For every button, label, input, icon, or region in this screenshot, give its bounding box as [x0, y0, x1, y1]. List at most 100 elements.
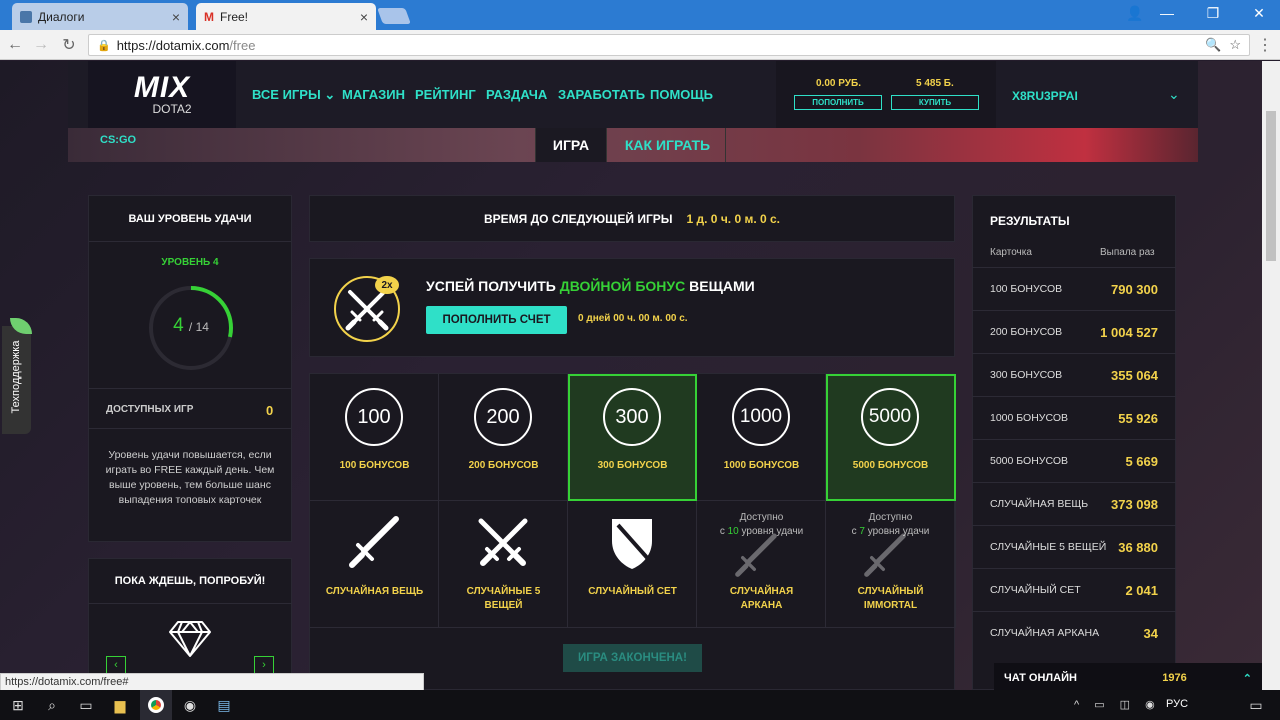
card-label-2: АРКАНА	[740, 600, 783, 611]
menu-rating[interactable]: РЕЙТИНГ	[415, 87, 476, 102]
back-icon[interactable]: ←	[4, 34, 26, 56]
available-games-label: ДОСТУПНЫХ ИГР	[106, 404, 194, 415]
menu-help[interactable]: ПОМОЩЬ	[650, 87, 713, 102]
minimize-button[interactable]: —	[1144, 0, 1190, 26]
luck-description: Уровень удачи повышается, если играть во…	[105, 449, 275, 506]
card-300[interactable]: 300 300 БОНУСОВ	[568, 374, 697, 501]
results-row: СЛУЧАЙНЫЕ 5 ВЕЩЕЙ 36 880	[972, 525, 1176, 568]
bonus-countdown: 0 дней 00 ч. 00 м. 00 с.	[578, 313, 688, 324]
results-row: СЛУЧАЙНАЯ ВЕЩЬ 373 098	[972, 482, 1176, 525]
results-row-value: 790 300	[1111, 281, 1158, 297]
luck-title: ВАШ УРОВЕНЬ УДАЧИ	[89, 196, 291, 242]
prev-arrow-button[interactable]: ‹	[106, 656, 126, 674]
results-row-name: 100 БОНУСОВ	[990, 283, 1063, 295]
browser-tab-free[interactable]: M Free! ×	[196, 3, 376, 30]
results-row: 5000 БОНУСОВ 5 669	[972, 439, 1176, 482]
forward-icon[interactable]: →	[30, 34, 52, 56]
search-icon[interactable]: ⌕	[36, 690, 68, 720]
close-window-button[interactable]: ✕	[1236, 0, 1280, 26]
task-view-icon[interactable]: ▭	[70, 690, 102, 720]
menu-kebab-icon[interactable]: ⋮	[1254, 34, 1276, 56]
results-row-value: 1 004 527	[1100, 324, 1158, 340]
crossed-swords-icon	[478, 518, 528, 566]
restore-button[interactable]: ❐	[1190, 0, 1236, 26]
card-random-5-items[interactable]: СЛУЧАЙНЫЕ 5 ВЕЩЕЙ	[439, 501, 568, 628]
zoom-icon[interactable]: 🔍	[1205, 37, 1221, 53]
card-random-arcana[interactable]: Доступно с 10 уровня удачи СЛУЧАЙНАЯ АРКА…	[697, 501, 826, 628]
card-5000[interactable]: 5000 5000 БОНУСОВ	[826, 374, 956, 501]
notifications-icon[interactable]: ▭	[1240, 690, 1272, 720]
browser-tab-dialogs[interactable]: Диалоги ×	[12, 3, 188, 30]
url-host: https://dotamix.com	[116, 37, 230, 53]
menu-all-games[interactable]: ВСЕ ИГРЫ ⌄	[252, 87, 335, 103]
chrome-icon[interactable]	[140, 690, 172, 720]
card-random-set[interactable]: СЛУЧАЙНЫЙ СЕТ	[568, 501, 697, 628]
steam-icon[interactable]: ◉	[174, 690, 206, 720]
scrollbar[interactable]	[1262, 61, 1280, 690]
close-icon[interactable]: ×	[360, 9, 368, 25]
star-icon[interactable]: ☆	[1229, 37, 1241, 53]
results-row: СЛУЧАЙНАЯ АРКАНА 34	[972, 611, 1176, 654]
tab-how-to-play[interactable]: КАК ИГРАТЬ	[610, 128, 726, 162]
buy-button[interactable]: КУПИТЬ	[891, 95, 979, 110]
results-row-name: 200 БОНУСОВ	[990, 326, 1063, 338]
tab-game[interactable]: ИГРА	[535, 128, 607, 162]
chevron-down-icon[interactable]: ⌄	[1168, 86, 1180, 103]
results-row-value: 373 098	[1111, 496, 1158, 512]
results-row-name: 1000 БОНУСОВ	[990, 412, 1068, 424]
prize-grid: 100 100 БОНУСОВ 200 200 БОНУСОВ 300 300 …	[309, 373, 956, 628]
next-game-timer: ВРЕМЯ ДО СЛЕДУЮЩЕЙ ИГРЫ 1 д. 0 ч. 0 м. 0…	[309, 195, 955, 242]
menu-earn[interactable]: ЗАРАБОТАТЬ	[558, 87, 645, 102]
logo[interactable]: MIX DOTA2	[88, 61, 236, 128]
card-random-item[interactable]: СЛУЧАЙНАЯ ВЕЩЬ	[310, 501, 439, 628]
double-badge: 2x	[375, 276, 399, 294]
results-row: 300 БОНУСОВ 355 064	[972, 353, 1176, 396]
card-1000[interactable]: 1000 1000 БОНУСОВ	[697, 374, 826, 501]
card-label: СЛУЧАЙНЫЕ 5	[466, 586, 541, 597]
game-over-button[interactable]: ИГРА ЗАКОНЧЕНА!	[563, 644, 702, 672]
card-number: 1000	[732, 388, 790, 446]
new-tab-button[interactable]	[377, 8, 411, 24]
notepad-icon[interactable]: ▤	[208, 690, 240, 720]
topup-account-button[interactable]: ПОПОЛНИТЬ СЧЕТ	[426, 306, 567, 334]
menu-giveaway[interactable]: РАЗДАЧА	[486, 87, 547, 102]
results-row-name: СЛУЧАЙНАЯ ВЕЩЬ	[990, 498, 1089, 510]
language-indicator[interactable]: РУС	[1166, 698, 1188, 710]
tab-title: Free!	[220, 9, 249, 24]
results-row-value: 5 669	[1125, 453, 1158, 469]
bonus-title: УСПЕЙ ПОЛУЧИТЬ ДВОЙНОЙ БОНУС ВЕЩАМИ	[426, 278, 755, 294]
support-tab[interactable]: Техподдержка	[2, 318, 32, 434]
card-number: 300	[603, 388, 661, 446]
url-field[interactable]: 🔒 https://dotamix.com/free 🔍 ☆	[88, 34, 1250, 56]
system-tray-icons[interactable]: ^ ▭ ◫ ◉	[1074, 698, 1161, 711]
results-row: 1000 БОНУСОВ 55 926	[972, 396, 1176, 439]
results-row-value: 55 926	[1118, 410, 1158, 426]
file-explorer-icon[interactable]: ▆	[104, 690, 136, 720]
results-row-name: СЛУЧАЙНЫЕ 5 ВЕЩЕЙ	[990, 541, 1107, 553]
logo-subtext: DOTA2	[152, 101, 192, 116]
menu-shop[interactable]: МАГАЗИН	[342, 87, 405, 102]
results-row-name: 5000 БОНУСОВ	[990, 455, 1068, 467]
chat-online-bar[interactable]: ЧАТ ОНЛАЙН 1976 ⌃	[994, 663, 1262, 693]
reload-icon[interactable]: ↻	[58, 34, 80, 56]
card-100[interactable]: 100 100 БОНУСОВ	[310, 374, 439, 501]
csgo-link[interactable]: CS:GO	[100, 134, 136, 146]
results-row: СЛУЧАЙНЫЙ СЕТ 2 041	[972, 568, 1176, 611]
chevron-down-icon: ⌄	[324, 87, 336, 102]
card-200[interactable]: 200 200 БОНУСОВ	[439, 374, 568, 501]
card-random-immortal[interactable]: Доступно с 7 уровня удачи СЛУЧАЙНЫЙ IMMOR…	[826, 501, 956, 628]
close-icon[interactable]: ×	[172, 9, 180, 25]
next-arrow-button[interactable]: ›	[254, 656, 274, 674]
card-label: СЛУЧАЙНАЯ	[729, 586, 794, 597]
windows-start-icon[interactable]: ⊞	[2, 690, 34, 720]
results-row-name: 300 БОНУСОВ	[990, 369, 1063, 381]
results-col-count: Выпала раз	[1100, 247, 1155, 258]
vk-icon	[20, 10, 32, 23]
username[interactable]: X8RU3PPAI	[1012, 89, 1078, 103]
lock-icon: 🔒	[97, 39, 111, 52]
results-title: РЕЗУЛЬТАТЫ	[990, 214, 1070, 228]
chevron-up-icon[interactable]: ⌃	[1243, 672, 1252, 685]
try-title: ПОКА ЖДЕШЬ, ПОПРОБУЙ!	[88, 558, 292, 604]
topup-button[interactable]: ПОПОЛНИТЬ	[794, 95, 882, 110]
chat-label: ЧАТ ОНЛАЙН	[1004, 672, 1077, 684]
